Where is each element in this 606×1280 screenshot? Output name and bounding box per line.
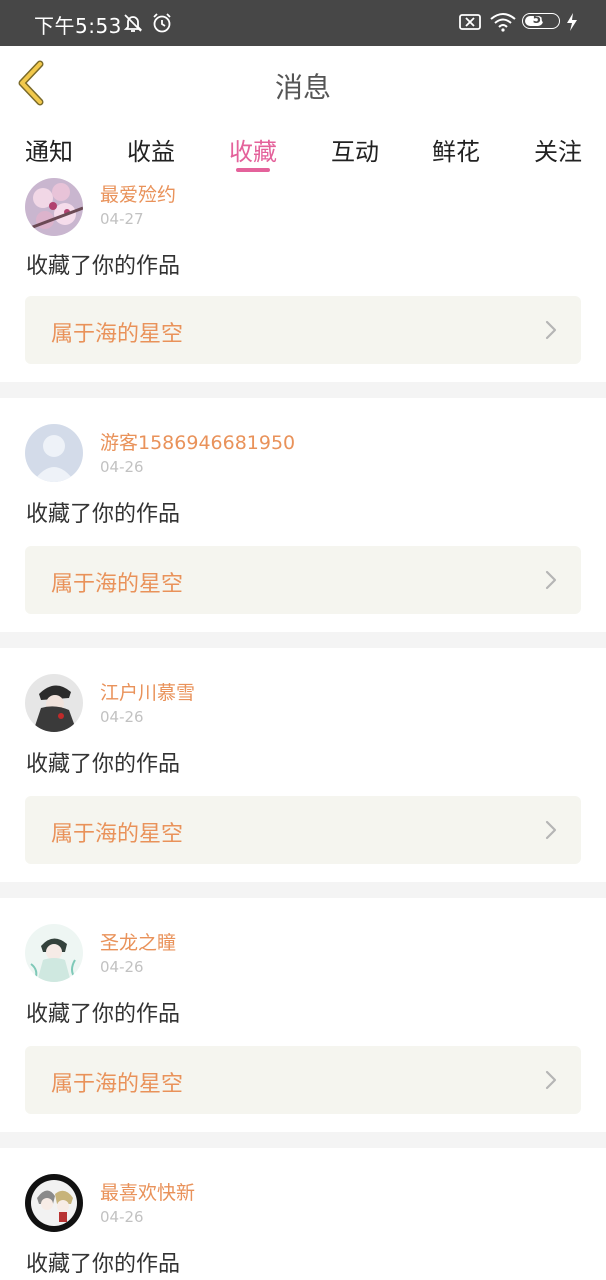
list-item: 游客1586946681950 04-26 收藏了你的作品 属于海的星空 [0,398,606,632]
date: 04-26 [100,458,144,476]
work-title: 属于海的星空 [51,572,184,597]
work-link[interactable]: 属于海的星空 [25,296,581,364]
avatar[interactable] [25,178,83,236]
action-text: 收藏了你的作品 [26,1252,181,1277]
work-title: 属于海的星空 [51,322,184,347]
action-text: 收藏了你的作品 [26,502,181,527]
avatar[interactable] [25,674,83,732]
action-text: 收藏了你的作品 [26,254,181,279]
date: 04-27 [100,210,144,228]
date: 04-26 [100,708,144,726]
username[interactable]: 最爱殓约 [100,180,176,207]
chevron-right-icon [545,320,557,340]
anime-light-avatar-image [25,924,83,982]
username[interactable]: 游客1586946681950 [100,428,295,455]
cherry-blossom-avatar-image [25,178,83,236]
list-item: 最喜欢快新 04-26 收藏了你的作品 [0,1148,606,1280]
tab-notifications[interactable]: 通知 [25,132,73,167]
tab-bar: 通知 收益 收藏 互动 鲜花 关注 [0,120,606,176]
list-item: 圣龙之瞳 04-26 收藏了你的作品 属于海的星空 [0,898,606,1132]
list-item: 江户川慕雪 04-26 收藏了你的作品 属于海的星空 [0,648,606,882]
sim-x-icon [459,14,481,30]
list-item: 最爱殓约 04-27 收藏了你的作品 属于海的星空 [0,176,606,382]
action-text: 收藏了你的作品 [26,752,181,777]
work-title: 属于海的星空 [51,1072,184,1097]
battery-icon: 50 [522,12,560,29]
work-link[interactable]: 属于海的星空 [25,1046,581,1114]
default-user-avatar-image [25,424,83,482]
status-time: 下午5:53 [34,14,122,38]
message-list[interactable]: 最爱殓约 04-27 收藏了你的作品 属于海的星空 游客158694668195… [0,176,606,1280]
active-tab-indicator [236,168,270,172]
work-title: 属于海的星空 [51,822,184,847]
username[interactable]: 圣龙之瞳 [100,928,176,955]
anime-duo-avatar-image [25,1174,83,1232]
tab-interactions[interactable]: 互动 [331,132,379,167]
wifi-icon [490,13,516,32]
divider [0,632,606,648]
tab-following[interactable]: 关注 [534,132,582,167]
status-bar: 下午5:53 50 [0,0,606,46]
tab-favorites[interactable]: 收藏 [229,132,277,167]
nav-bar: 消息 [0,46,606,121]
work-link[interactable]: 属于海的星空 [25,796,581,864]
action-text: 收藏了你的作品 [26,1002,181,1027]
avatar[interactable] [25,424,83,482]
divider [0,1132,606,1148]
divider [0,382,606,398]
avatar[interactable] [25,1174,83,1232]
divider [0,882,606,898]
alarm-icon [153,13,171,33]
charging-icon [567,13,577,31]
chevron-right-icon [545,1070,557,1090]
work-link[interactable]: 属于海的星空 [25,546,581,614]
tab-flowers[interactable]: 鲜花 [432,132,480,167]
chevron-right-icon [545,570,557,590]
date: 04-26 [100,958,144,976]
page-title: 消息 [274,71,331,104]
date: 04-26 [100,1208,144,1226]
anime-dark-avatar-image [25,674,83,732]
chevron-right-icon [545,820,557,840]
username[interactable]: 最喜欢快新 [100,1178,195,1205]
avatar[interactable] [25,924,83,982]
tab-earnings[interactable]: 收益 [127,132,175,167]
mute-icon [123,14,143,32]
username[interactable]: 江户川慕雪 [100,678,195,705]
battery-level: 50 [532,12,550,26]
